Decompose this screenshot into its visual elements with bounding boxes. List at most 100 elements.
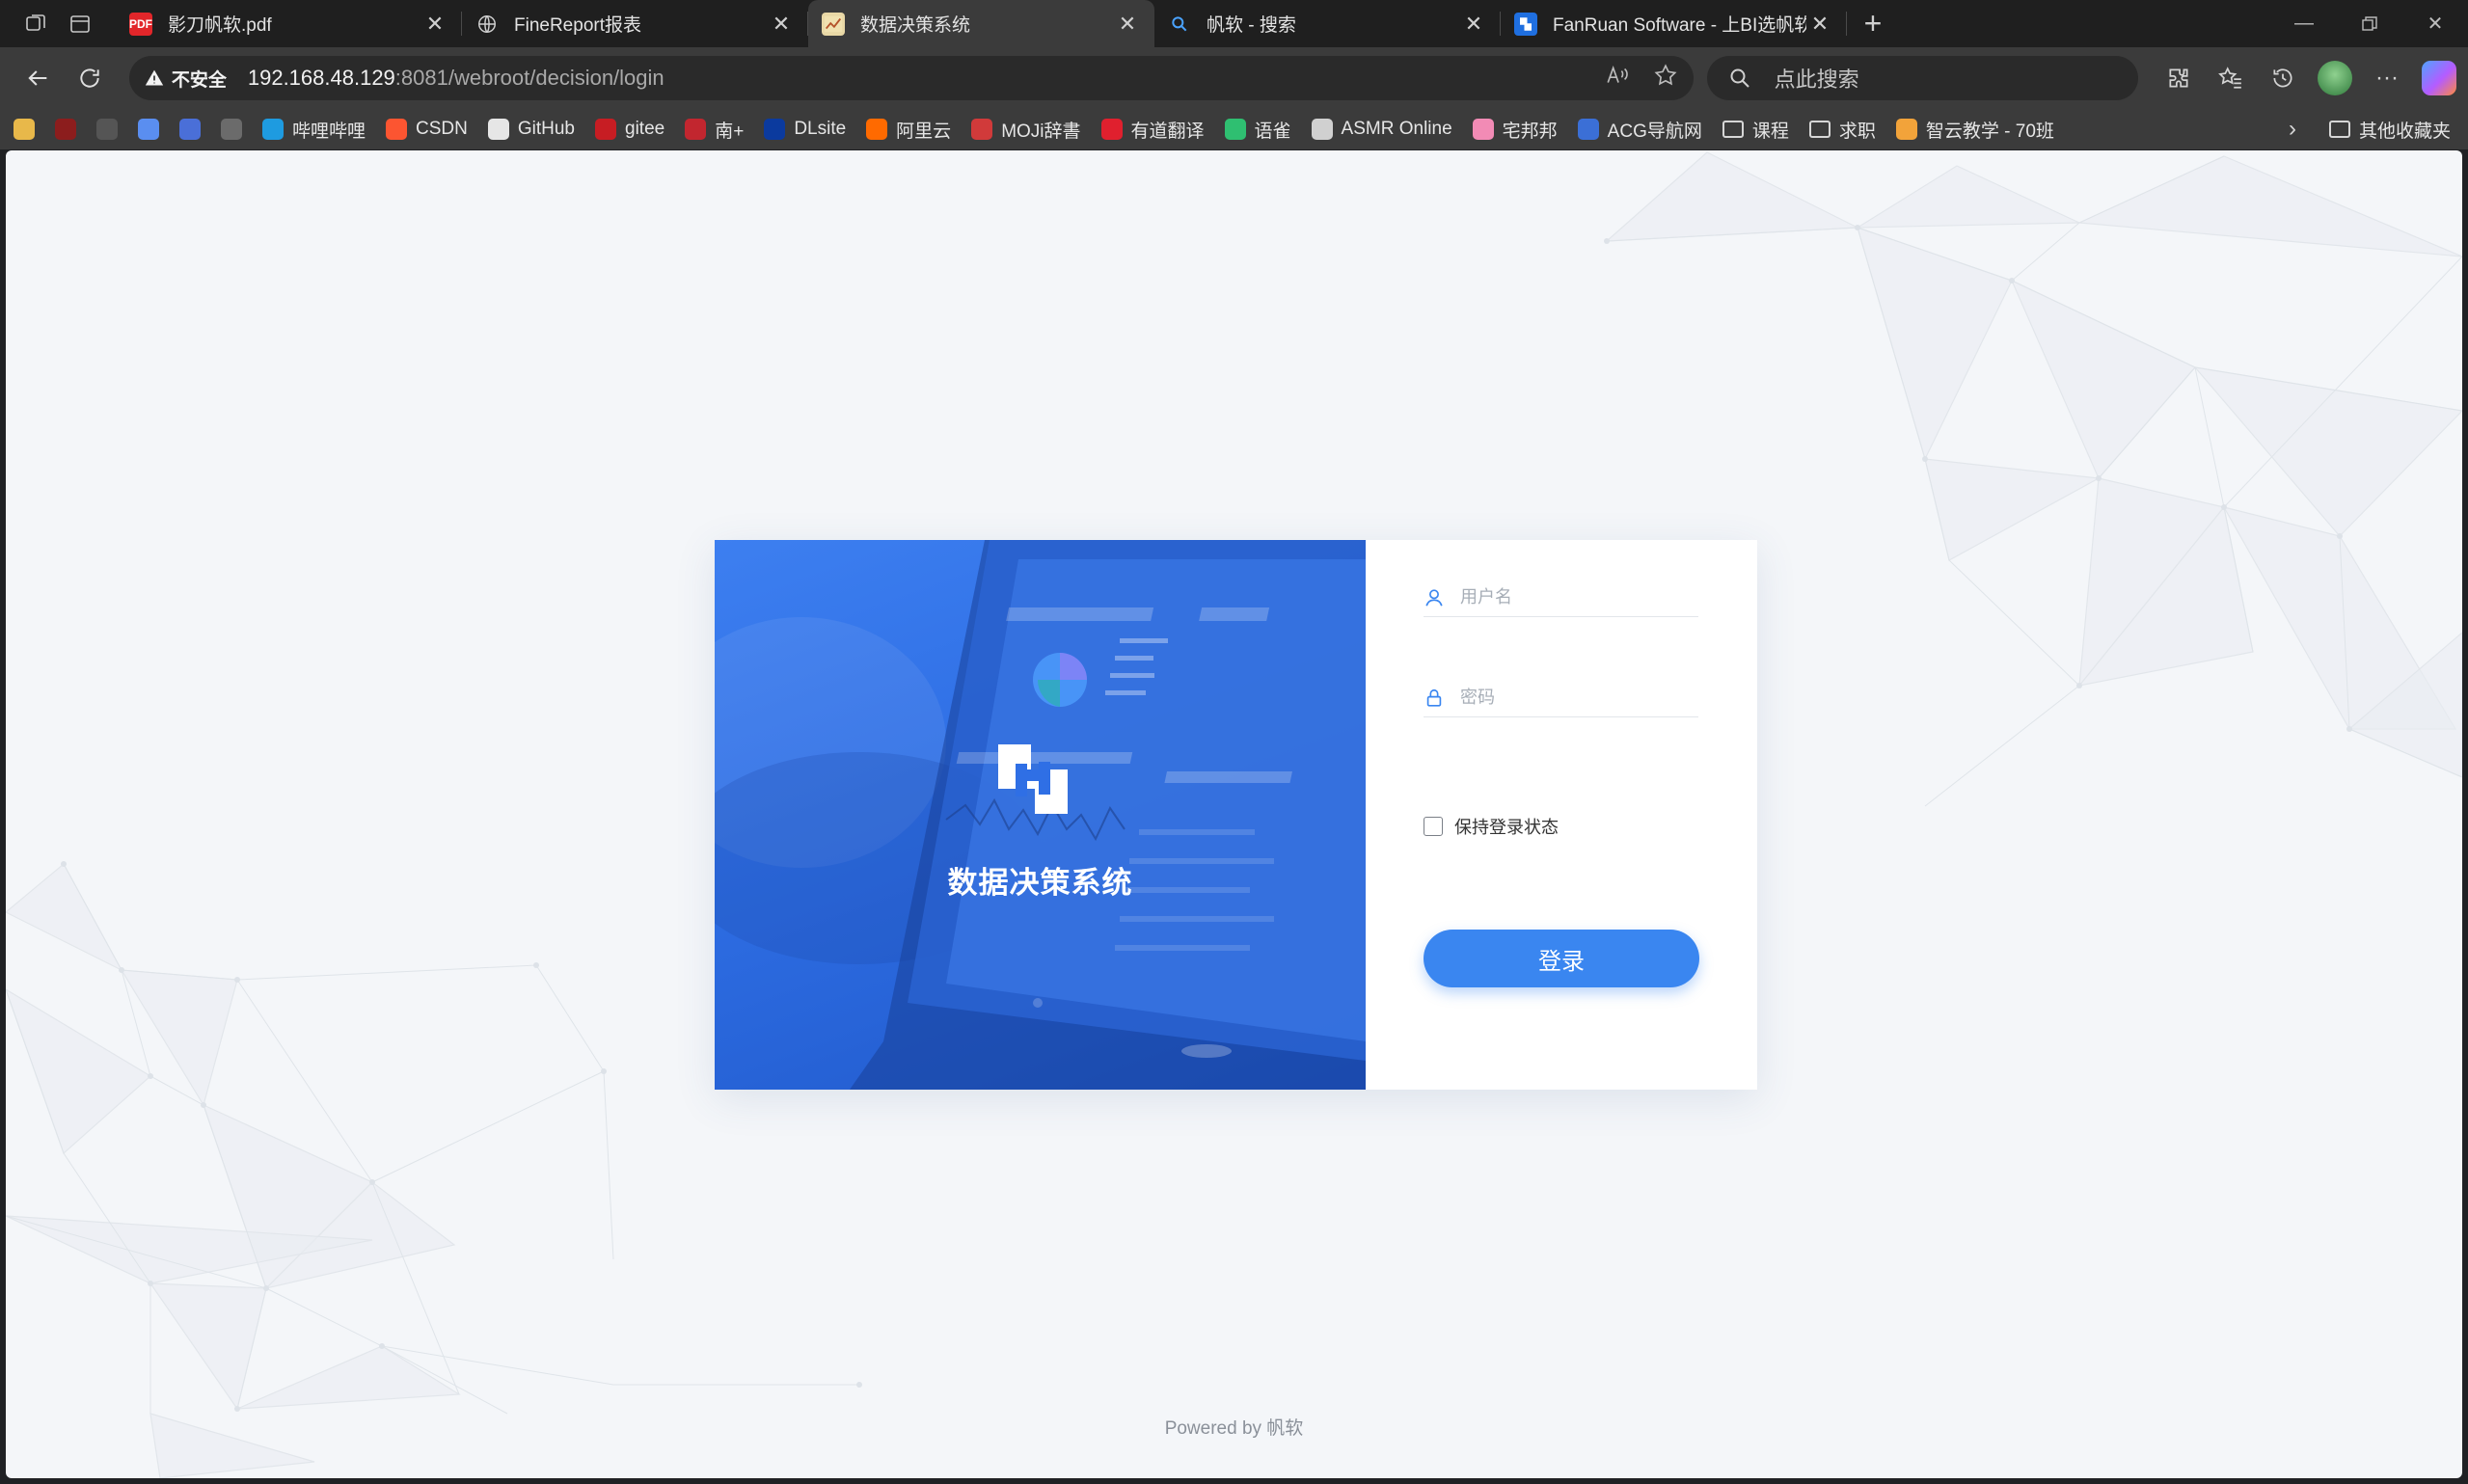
username-input[interactable] (1460, 587, 1682, 607)
address-bar[interactable]: 不安全 192.168.48.129 :8081/webroot/decisio… (128, 56, 1694, 100)
remember-checkbox[interactable] (1424, 817, 1443, 836)
moji-icon (971, 119, 993, 140)
fanruan-logo-icon (998, 744, 1068, 814)
close-icon[interactable]: ✕ (1460, 11, 1487, 38)
bookmark-item[interactable]: 阿里云 (866, 117, 951, 143)
restore-icon[interactable] (2337, 0, 2402, 47)
bookmark-item[interactable]: MOJi辞書 (971, 117, 1081, 143)
pdf-icon: PDF (129, 12, 152, 36)
bookmark-item[interactable]: ACG导航网 (1577, 117, 1702, 143)
tab-title: 数据决策系统 (860, 15, 971, 36)
search-box[interactable]: 点此搜索 (1706, 56, 2138, 100)
back-icon[interactable] (12, 52, 64, 104)
folder-icon (2328, 121, 2350, 138)
anime-icon (55, 119, 76, 140)
south-plus-icon (685, 119, 707, 140)
tab-pdf[interactable]: PDF 影刀帆软.pdf ✕ (116, 0, 462, 47)
bookmark-label: ACG导航网 (1607, 121, 1702, 142)
zhaibang-icon (1472, 119, 1494, 140)
chevron-right-icon[interactable]: › (2289, 116, 2296, 143)
login-form: 保持登录状态 登录 (1366, 540, 1757, 1090)
tab-title: 影刀帆软.pdf (168, 15, 272, 36)
search-placeholder: 点此搜索 (1774, 67, 1859, 92)
bookmark-item[interactable]: 宅邦邦 (1472, 117, 1558, 143)
tab-actions-icon[interactable] (64, 8, 96, 40)
minimize-icon[interactable]: — (2271, 0, 2337, 47)
more-options-icon[interactable]: ··· (2370, 61, 2404, 95)
globe-icon (475, 13, 499, 36)
favorites-icon[interactable] (2213, 61, 2248, 95)
remember-me[interactable]: 保持登录状态 (1424, 814, 1559, 839)
bookmark-item[interactable]: gitee (595, 119, 664, 140)
tab-strip-leading (0, 0, 116, 47)
powered-by-footer: Powered by 帆软 (1164, 1418, 1304, 1439)
bookmark-item[interactable]: 语雀 (1224, 117, 1291, 143)
bookmark-item[interactable] (179, 119, 201, 140)
bookmark-label: 语雀 (1254, 121, 1291, 142)
read-aloud-icon[interactable] (1605, 63, 1630, 94)
workspaces-icon[interactable] (19, 8, 52, 40)
favorite-star-icon[interactable] (1653, 63, 1678, 94)
bookmark-label: gitee (625, 119, 665, 139)
copilot-logo (2422, 61, 2456, 95)
fanruan-icon (1514, 12, 1537, 36)
tab-title: 帆软 - 搜索 (1207, 15, 1296, 36)
password-field (1424, 679, 1698, 717)
avatar (2318, 61, 2352, 95)
profile-avatar[interactable] (2318, 61, 2352, 95)
bookmark-item[interactable] (96, 119, 118, 140)
bookmark-label: MOJi辞書 (1001, 121, 1081, 142)
close-icon[interactable]: ✕ (1806, 11, 1833, 38)
close-icon[interactable]: ✕ (768, 11, 795, 38)
close-icon[interactable]: ✕ (421, 11, 448, 38)
bookmark-label: GitHub (517, 119, 575, 139)
url-host: 192.168.48.129 (247, 66, 395, 90)
tab-finereport[interactable]: FineReport报表 ✕ (462, 0, 808, 47)
hero-title: 数据决策系统 (947, 866, 1133, 900)
bookmark-item[interactable]: 求职 (1808, 117, 1876, 143)
bookmark-item[interactable]: 课程 (1722, 117, 1789, 143)
bookmark-label: ASMR Online (1341, 119, 1452, 139)
bookmark-item[interactable] (138, 119, 159, 140)
bookmark-label: 智云教学 - 70班 (1925, 121, 2054, 142)
zhiyun-icon (1895, 119, 1917, 140)
extensions-icon[interactable] (2161, 61, 2196, 95)
login-button[interactable]: 登录 (1424, 930, 1699, 987)
bookmark-label: 有道翻译 (1130, 121, 1205, 142)
close-icon[interactable]: ✕ (1114, 11, 1141, 38)
colorful-app-icon (138, 119, 159, 140)
login-card: 数据决策系统 保持登录状态 登录 (715, 540, 1757, 1090)
tab-decision-system[interactable]: 数据决策系统 ✕ (808, 0, 1154, 47)
username-field (1424, 579, 1698, 617)
history-icon[interactable] (2265, 61, 2300, 95)
bookmark-item[interactable]: GitHub (487, 119, 575, 140)
password-input[interactable] (1460, 688, 1682, 708)
other-bookmarks[interactable]: 其他收藏夹 (2328, 117, 2451, 143)
new-tab-button[interactable]: + (1847, 0, 1899, 47)
url-path: :8081/webroot/decision/login (394, 66, 664, 90)
tab-title: FineReport报表 (514, 15, 641, 36)
bookmark-item[interactable]: 智云教学 - 70班 (1895, 117, 2054, 143)
bookmark-item[interactable] (221, 119, 242, 140)
warning-icon (145, 69, 164, 86)
other-bookmarks-label: 其他收藏夹 (2358, 121, 2451, 142)
navigation-bar: 不安全 192.168.48.129 :8081/webroot/decisio… (0, 47, 2468, 109)
bookmark-item[interactable]: DLsite (764, 119, 846, 140)
bookmark-item[interactable] (14, 119, 35, 140)
bookmark-item[interactable]: CSDN (386, 119, 468, 140)
bookmark-item[interactable]: 南+ (685, 117, 744, 143)
bookmark-label: CSDN (416, 119, 468, 139)
bookmark-label: 阿里云 (896, 121, 952, 142)
security-indicator[interactable]: 不安全 (145, 66, 227, 92)
bookmark-item[interactable]: ASMR Online (1311, 119, 1452, 140)
github-icon (487, 119, 509, 140)
refresh-icon[interactable] (64, 52, 116, 104)
bookmark-item[interactable]: 有道翻译 (1100, 117, 1205, 143)
bookmark-item[interactable] (55, 119, 76, 140)
close-window-icon[interactable]: ✕ (2402, 0, 2468, 47)
tab-search[interactable]: 帆软 - 搜索 ✕ (1154, 0, 1501, 47)
tab-fanruan[interactable]: FanRuan Software - 上BI选帆软, ✕ (1501, 0, 1847, 47)
bookmark-item[interactable]: 哔哩哔哩 (262, 117, 366, 143)
bilibili-icon (262, 119, 284, 140)
copilot-icon[interactable] (2422, 61, 2456, 95)
